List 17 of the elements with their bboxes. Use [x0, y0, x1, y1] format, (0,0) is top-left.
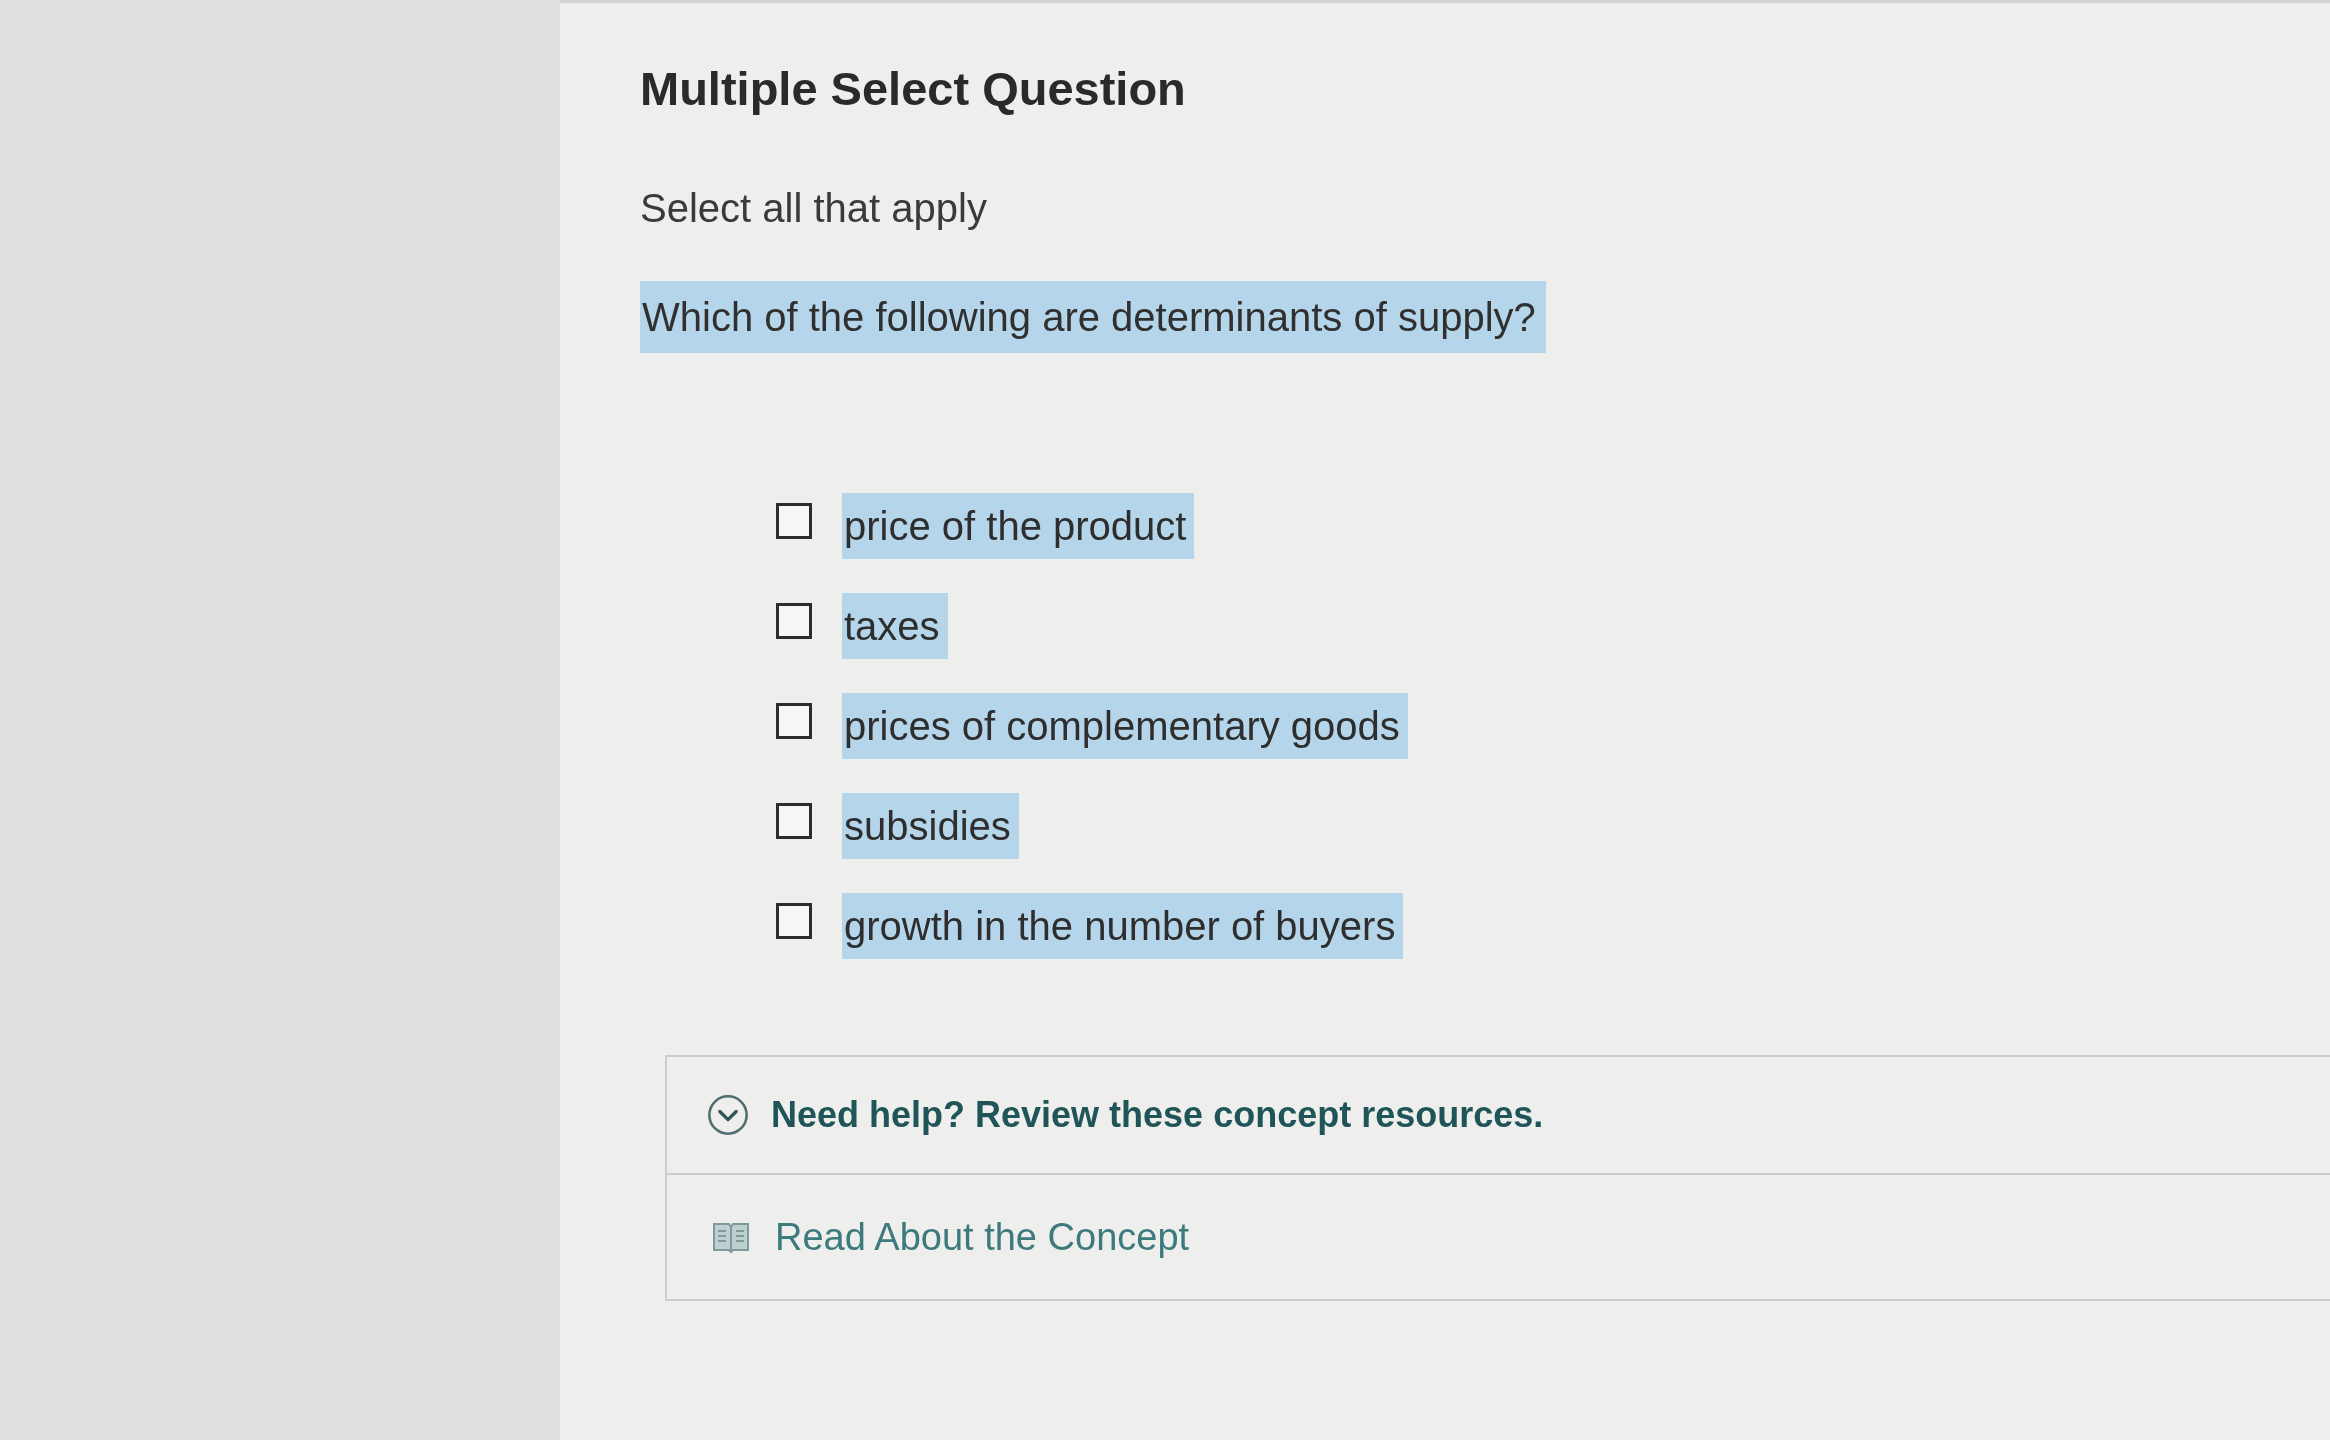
question-prompt: Which of the following are determinants of supply? — [640, 281, 1546, 353]
checkbox[interactable] — [776, 803, 812, 839]
checkbox[interactable] — [776, 603, 812, 639]
checkbox[interactable] — [776, 703, 812, 739]
option-label[interactable]: taxes — [842, 593, 948, 659]
question-type-title: Multiple Select Question — [640, 61, 1186, 117]
option-label[interactable]: growth in the number of buyers — [842, 893, 1404, 959]
checkbox[interactable] — [776, 503, 812, 539]
option-label[interactable]: subsidies — [842, 793, 1019, 859]
book-icon — [711, 1220, 751, 1254]
chevron-down-circle-icon — [707, 1094, 749, 1136]
instruction-text: Select all that apply — [640, 185, 987, 231]
help-toggle[interactable]: Need help? Review these concept resources. — [667, 1057, 2330, 1175]
option-label[interactable]: price of the product — [842, 493, 1195, 559]
option-label[interactable]: prices of complementary goods — [842, 693, 1408, 759]
checkbox[interactable] — [776, 903, 812, 939]
read-concept-link[interactable]: Read About the Concept — [775, 1215, 1190, 1259]
